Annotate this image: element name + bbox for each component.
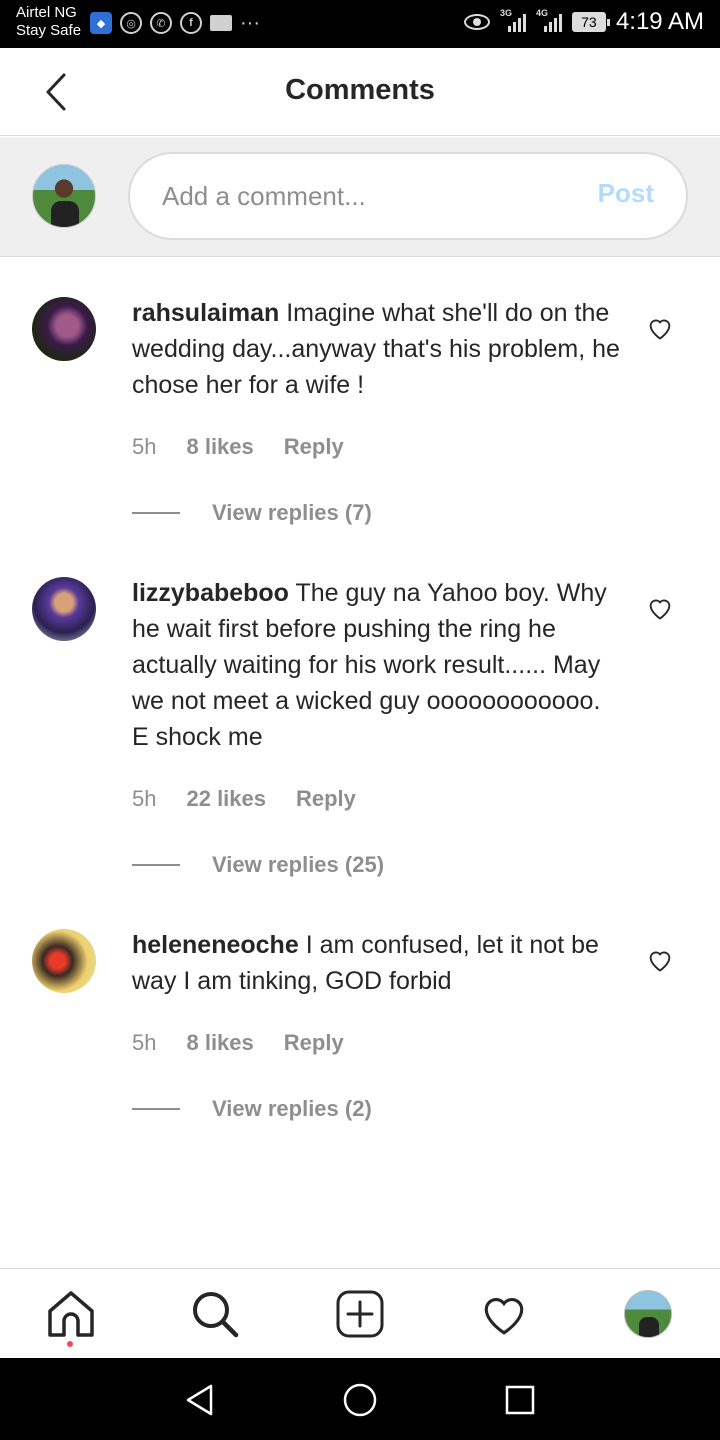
carrier-name: Airtel NG: [16, 4, 77, 21]
home-icon: [48, 1291, 94, 1337]
shield-icon: ◆: [90, 12, 112, 34]
signal-icon: 3G: [500, 8, 526, 32]
view-replies-button[interactable]: View replies (7): [132, 500, 372, 526]
add-post-icon: [336, 1290, 384, 1338]
comment-time: 5h: [132, 786, 157, 811]
view-replies-label: View replies (25): [212, 852, 385, 877]
comment-time: 5h: [132, 434, 157, 459]
activity-dot: [67, 1341, 73, 1347]
nav-home[interactable]: [46, 1289, 96, 1339]
comment-username[interactable]: lizzybabeboo: [132, 579, 289, 607]
system-navigation-bar: [0, 1358, 720, 1440]
comment-composer: Post: [0, 137, 720, 257]
reply-button[interactable]: Reply: [284, 1030, 344, 1056]
comment-input[interactable]: [162, 176, 562, 216]
page-title: Comments: [285, 74, 435, 106]
status-bar: Airtel NG Stay Safe ◆ ◎ ✆ f ··· 3G 4G 73…: [0, 0, 720, 48]
avatar[interactable]: [32, 577, 96, 641]
signal-icon: 4G: [536, 8, 562, 32]
eye-comfort-icon: [463, 14, 490, 30]
divider: [132, 1108, 180, 1110]
avatar: [624, 1290, 672, 1338]
system-recents-button[interactable]: [502, 1382, 538, 1418]
heart-icon: [484, 1298, 524, 1335]
post-button[interactable]: Post: [598, 178, 654, 209]
mail-icon: [210, 15, 232, 31]
comment-text: heleneneoche I am confused, let it not b…: [132, 927, 622, 999]
view-replies-button[interactable]: View replies (25): [132, 852, 384, 878]
comment-meta: 5h 8 likes Reply: [132, 434, 344, 460]
avatar[interactable]: [32, 297, 96, 361]
reply-button[interactable]: Reply: [284, 434, 344, 460]
header: Comments: [0, 48, 720, 136]
avatar[interactable]: [32, 929, 96, 993]
whatsapp-icon: ✆: [150, 12, 172, 34]
likes-count[interactable]: 8 likes: [186, 434, 253, 460]
divider: [132, 512, 180, 514]
system-status: 3G 4G 73 4:19 AM: [463, 8, 704, 36]
square-recents-icon: [505, 1385, 535, 1415]
divider: [132, 864, 180, 866]
comment-meta: 5h 22 likes Reply: [132, 786, 356, 812]
heart-icon[interactable]: [646, 946, 674, 974]
notification-icons: ◆ ◎ ✆ f ···: [90, 12, 260, 34]
heart-icon[interactable]: [646, 314, 674, 342]
circle-home-icon: [343, 1383, 377, 1417]
likes-count[interactable]: 22 likes: [186, 786, 266, 812]
comment-text: rahsulaiman Imagine what she'll do on th…: [132, 295, 622, 403]
comment-username[interactable]: heleneneoche: [132, 931, 299, 959]
nav-new-post[interactable]: [335, 1289, 385, 1339]
battery-icon: 73: [571, 12, 610, 32]
chrome-icon: ◎: [120, 12, 142, 34]
facebook-icon: f: [180, 12, 202, 34]
comment-text: lizzybabeboo The guy na Yahoo boy. Why h…: [132, 575, 622, 755]
system-home-button[interactable]: [342, 1382, 378, 1418]
nav-activity[interactable]: [479, 1289, 529, 1339]
comment-meta: 5h 8 likes Reply: [132, 1030, 344, 1056]
network-type-label: 4G: [535, 8, 548, 18]
search-icon: [193, 1292, 239, 1338]
nav-search[interactable]: [190, 1289, 240, 1339]
comment-box[interactable]: Post: [128, 152, 688, 240]
view-replies-button[interactable]: View replies (2): [132, 1096, 372, 1122]
view-replies-label: View replies (7): [212, 500, 372, 525]
triangle-back-icon: [186, 1384, 213, 1416]
heart-icon[interactable]: [646, 594, 674, 622]
nav-profile[interactable]: [623, 1289, 673, 1339]
comment-username[interactable]: rahsulaiman: [132, 299, 279, 327]
carrier-subtitle: Stay Safe: [16, 22, 82, 39]
battery-level: 73: [581, 14, 597, 30]
bottom-nav: [0, 1268, 720, 1358]
clock: 4:19 AM: [615, 8, 704, 35]
avatar: [32, 164, 96, 228]
more-notifications-icon: ···: [240, 12, 260, 34]
reply-button[interactable]: Reply: [296, 786, 356, 812]
system-back-button[interactable]: [182, 1382, 218, 1418]
comment-time: 5h: [132, 1030, 157, 1055]
network-type-label: 3G: [499, 8, 512, 18]
likes-count[interactable]: 8 likes: [186, 1030, 253, 1056]
view-replies-label: View replies (2): [212, 1096, 372, 1121]
carrier-label: Airtel NG Stay Safe: [16, 4, 81, 40]
